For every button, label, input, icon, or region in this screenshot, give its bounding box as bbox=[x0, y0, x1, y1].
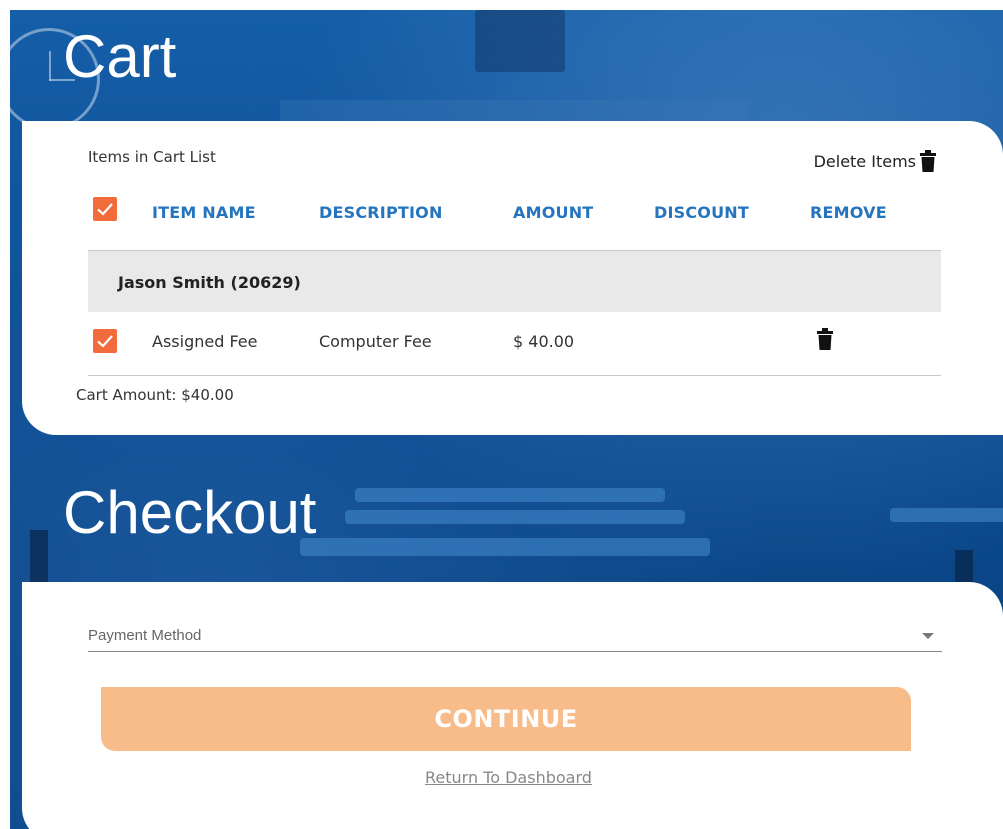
delete-items-button[interactable]: Delete Items bbox=[814, 150, 936, 172]
delete-items-label: Delete Items bbox=[813, 151, 916, 171]
column-header-remove: REMOVE bbox=[810, 203, 887, 222]
payment-method-placeholder: Payment Method bbox=[88, 627, 202, 644]
projector-image bbox=[475, 10, 565, 72]
desk-image bbox=[345, 510, 685, 524]
return-to-dashboard-link[interactable]: Return To Dashboard bbox=[425, 768, 592, 787]
select-all-checkbox[interactable] bbox=[93, 197, 117, 221]
row-divider bbox=[88, 375, 941, 376]
checkout-card: Payment Method CONTINUE Return To Dashbo… bbox=[22, 582, 1003, 829]
item-checkbox[interactable] bbox=[93, 329, 117, 353]
desk-image bbox=[890, 508, 1003, 522]
student-name: Jason Smith (20629) bbox=[118, 273, 301, 292]
whiteboard-image bbox=[280, 100, 750, 122]
checkout-title: Checkout bbox=[63, 479, 317, 546]
cart-amount-total: Cart Amount: $40.00 bbox=[76, 386, 234, 404]
desk-image bbox=[355, 488, 665, 502]
cart-card: Items in Cart List Delete Items ITEM NAM… bbox=[22, 121, 1003, 435]
column-header-amount: AMOUNT bbox=[513, 203, 594, 222]
remove-item-trash-icon[interactable] bbox=[817, 328, 833, 350]
continue-button[interactable]: CONTINUE bbox=[101, 687, 911, 751]
column-header-item-name: ITEM NAME bbox=[152, 203, 256, 222]
cart-title: Cart bbox=[63, 23, 177, 90]
items-in-cart-label: Items in Cart List bbox=[88, 148, 216, 166]
trash-icon bbox=[920, 150, 936, 172]
item-name-cell: Assigned Fee bbox=[152, 332, 258, 351]
payment-method-select[interactable]: Payment Method bbox=[88, 618, 942, 652]
desk-image bbox=[300, 538, 710, 556]
column-header-description: DESCRIPTION bbox=[319, 203, 443, 222]
chevron-down-icon bbox=[922, 633, 934, 639]
column-header-discount: DISCOUNT bbox=[654, 203, 749, 222]
student-group-row: Jason Smith (20629) bbox=[88, 251, 941, 312]
item-amount-cell: $ 40.00 bbox=[513, 332, 575, 351]
item-description-cell: Computer Fee bbox=[319, 332, 432, 351]
